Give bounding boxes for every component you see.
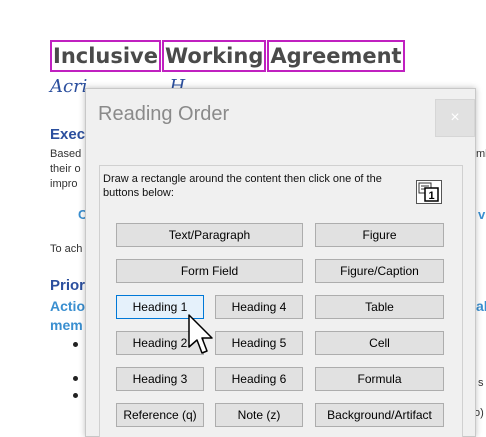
tagged-word[interactable]: Inclusive	[50, 40, 161, 72]
heading-6-button[interactable]: Heading 6	[215, 367, 303, 391]
formula-button[interactable]: Formula	[315, 367, 444, 391]
section-heading: Prior	[50, 277, 86, 294]
paragraph-fragment: s	[478, 377, 484, 389]
action-heading: Actio	[50, 298, 85, 314]
form-field-button[interactable]: Form Field	[116, 259, 303, 283]
heading-3-button[interactable]: Heading 3	[116, 367, 204, 391]
reading-order-dialog: Reading Order × Draw a rectangle around …	[85, 88, 476, 437]
paragraph-line: Based	[50, 148, 82, 160]
bullet-point	[73, 342, 78, 347]
subtitle-text: Acri	[50, 76, 88, 97]
paragraph-line: To ach	[50, 243, 83, 255]
figure-button[interactable]: Figure	[315, 223, 444, 247]
background-artifact-button[interactable]: Background/Artifact	[315, 403, 444, 427]
heading-5-button[interactable]: Heading 5	[215, 331, 303, 355]
table-button[interactable]: Table	[315, 295, 444, 319]
section-heading: Exec	[50, 126, 86, 143]
page-order-icon: 1	[418, 182, 439, 202]
link-fragment: v	[478, 207, 486, 222]
text-paragraph-button[interactable]: Text/Paragraph	[116, 223, 303, 247]
paragraph-fragment: mb	[476, 148, 486, 160]
document-title: Inclusive Working Agreement	[50, 40, 405, 72]
note-button[interactable]: Note (z)	[215, 403, 303, 427]
tagged-word[interactable]: Working	[162, 40, 267, 72]
bullet-point	[73, 393, 78, 398]
order-number: 1	[428, 190, 434, 202]
instruction-text: Draw a rectangle around the content then…	[103, 173, 382, 199]
heading-fragment: al	[476, 298, 486, 314]
action-heading: mem	[50, 317, 83, 333]
paragraph-line: their o	[50, 163, 81, 175]
paragraph-line: impro	[50, 178, 78, 190]
close-button[interactable]: ×	[435, 99, 475, 137]
mouse-pointer-icon	[188, 314, 213, 354]
heading-4-button[interactable]: Heading 4	[215, 295, 303, 319]
bullet-point	[73, 376, 78, 381]
figure-caption-button[interactable]: Figure/Caption	[315, 259, 444, 283]
dialog-title: Reading Order	[98, 103, 230, 125]
tagged-word[interactable]: Agreement	[267, 40, 405, 72]
cell-button[interactable]: Cell	[315, 331, 444, 355]
reference-button[interactable]: Reference (q)	[116, 403, 204, 427]
show-order-button[interactable]: 1	[416, 180, 442, 204]
close-icon: ×	[450, 109, 460, 126]
